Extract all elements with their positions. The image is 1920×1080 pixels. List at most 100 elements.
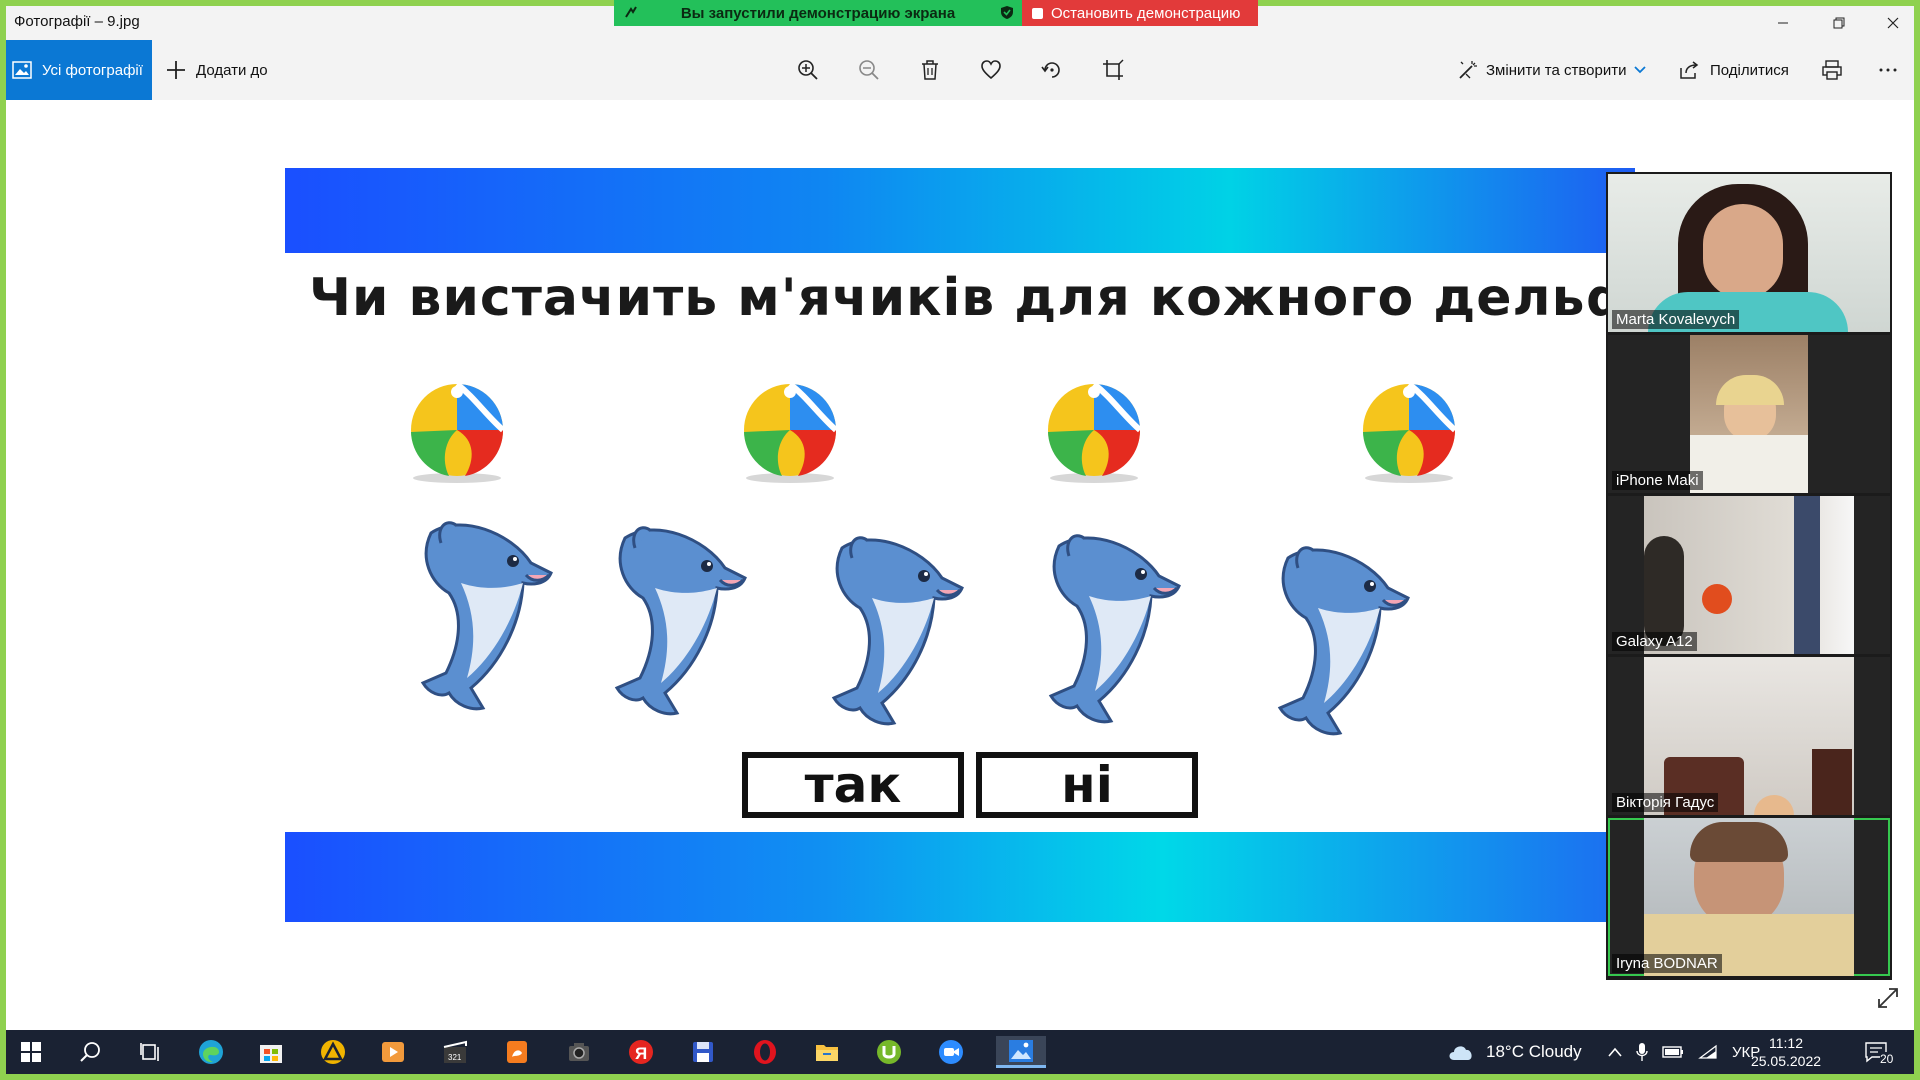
yandex-button[interactable]: Я (624, 1036, 658, 1068)
share-icon (1680, 61, 1699, 79)
opera-button[interactable] (748, 1036, 782, 1068)
photos-app-button[interactable] (996, 1036, 1046, 1068)
stop-share-label: Остановить демонстрацию (1051, 4, 1241, 22)
svg-text:321: 321 (448, 1053, 462, 1062)
participant-video (1644, 657, 1854, 815)
print-button[interactable] (1816, 54, 1848, 86)
system-tray: УКР (1608, 1030, 1760, 1074)
file-explorer-button[interactable] (810, 1036, 844, 1068)
task-view-button[interactable] (134, 1036, 168, 1068)
photo-icon (12, 61, 32, 79)
minimize-button[interactable] (1760, 6, 1806, 40)
crop-button[interactable] (1097, 54, 1129, 86)
answer-no-box: ні (976, 752, 1198, 818)
participant-video (1608, 174, 1890, 332)
video-editor-button[interactable]: 321 (438, 1036, 472, 1068)
participant-video (1644, 818, 1854, 976)
share-button[interactable]: Поділитися (1678, 40, 1789, 100)
more-options-button[interactable] (1872, 54, 1904, 86)
delete-button[interactable] (914, 54, 946, 86)
slide-question: Чи вистачить м'ячиків для кожного дельфі… (309, 268, 1635, 328)
pdf-icon (507, 1041, 527, 1063)
edge-button[interactable] (194, 1036, 228, 1068)
notification-count: 20 (1880, 1052, 1894, 1066)
battery-icon[interactable] (1662, 1045, 1684, 1059)
participant-video (1644, 496, 1854, 654)
dolphin-3 (831, 536, 964, 726)
participant-tile[interactable]: Marta Kovalevych (1608, 174, 1890, 332)
file-explorer-icon (816, 1045, 838, 1061)
share-indicator-icon (624, 5, 638, 23)
weather-text: 18°C Cloudy (1486, 1042, 1582, 1061)
weather-widget[interactable]: 18°C Cloudy (1446, 1030, 1582, 1074)
expand-icon[interactable] (1876, 986, 1900, 1010)
dolphin-1 (420, 521, 553, 711)
notifications-button[interactable]: 20 (1864, 1030, 1894, 1074)
media-player-icon (382, 1042, 404, 1062)
stop-share-button[interactable]: Остановить демонстрацию (1022, 0, 1258, 26)
participant-tile-active-speaker[interactable]: Iryna BODNAR (1608, 818, 1890, 976)
participant-video (1690, 335, 1808, 493)
favorite-button[interactable] (975, 54, 1007, 86)
store-icon (260, 1045, 282, 1063)
rotate-icon (1041, 62, 1060, 78)
participant-tile[interactable]: Galaxy A12 (1608, 496, 1890, 654)
microphone-icon[interactable] (1636, 1042, 1648, 1062)
beach-ball-3 (1048, 381, 1142, 483)
rotate-button[interactable] (1036, 54, 1068, 86)
minimize-icon (1778, 22, 1788, 24)
zoom-icon (939, 1040, 963, 1064)
search-button[interactable] (74, 1036, 108, 1068)
zoom-in-button[interactable] (792, 54, 824, 86)
camera-button[interactable] (562, 1036, 596, 1068)
windows-start-icon (21, 1042, 41, 1062)
beach-ball-4 (1363, 381, 1457, 483)
clock[interactable]: 11:12 25.05.2022 (1746, 1034, 1826, 1070)
photos-icon (1009, 1039, 1033, 1062)
participant-name: Iryna BODNAR (1612, 954, 1722, 973)
close-icon (1887, 17, 1899, 29)
chevron-up-icon[interactable] (1608, 1047, 1622, 1057)
store-button[interactable] (254, 1036, 288, 1068)
zoom-out-button[interactable] (853, 54, 885, 86)
dolphin-5 (1277, 546, 1410, 736)
share-status: Вы запустили демонстрацию экрана (614, 0, 1022, 26)
participant-tile[interactable]: iPhone Maki (1608, 335, 1890, 493)
edit-create-button[interactable]: Змінити та створити (1458, 40, 1647, 100)
magic-wand-icon (1459, 61, 1477, 79)
slide-top-band (285, 168, 1635, 253)
media-player-button[interactable] (376, 1036, 410, 1068)
close-button[interactable] (1870, 6, 1916, 40)
window-title: Фотографії – 9.jpg (14, 13, 140, 30)
task-view-icon (140, 1043, 159, 1061)
all-photos-button[interactable]: Усі фотографії (6, 40, 152, 100)
windows-taskbar: 321 Я 18°C Cloudy УКР 11:12 25.05.2022 2… (6, 1030, 1914, 1074)
zoom-app-button[interactable] (934, 1036, 968, 1068)
start-button[interactable] (14, 1036, 48, 1068)
all-photos-label: Усі фотографії (42, 61, 143, 79)
save-icon (693, 1042, 713, 1062)
zoom-out-icon (859, 60, 879, 80)
wifi-icon[interactable] (1698, 1044, 1718, 1060)
video-editor-icon: 321 (443, 1040, 467, 1063)
app-button[interactable] (316, 1036, 350, 1068)
heart-icon (981, 60, 1001, 80)
participant-name: Marta Kovalevych (1612, 310, 1740, 329)
participant-name: Вікторія Гадус (1612, 793, 1719, 812)
pdf-button[interactable] (500, 1036, 534, 1068)
dolphin-4 (1048, 534, 1181, 724)
add-to-button[interactable]: Додати до (166, 40, 268, 100)
app-icon (321, 1040, 345, 1064)
cloud-icon (1449, 1046, 1472, 1060)
participant-tile[interactable]: Вікторія Гадус (1608, 657, 1890, 815)
photos-toolbar: Усі фотографії Додати до Змінити та ство… (6, 40, 1914, 100)
printer-icon (1822, 60, 1842, 80)
clock-date: 25.05.2022 (1750, 1053, 1822, 1069)
save-app-button[interactable] (686, 1036, 720, 1068)
maximize-button[interactable] (1816, 6, 1862, 40)
screen-share-banner: Вы запустили демонстрацию экрана Останов… (614, 0, 1258, 26)
yandex-icon: Я (629, 1040, 653, 1064)
trash-icon (922, 60, 938, 80)
utorrent-button[interactable] (872, 1036, 906, 1068)
zoom-in-icon (798, 60, 818, 80)
